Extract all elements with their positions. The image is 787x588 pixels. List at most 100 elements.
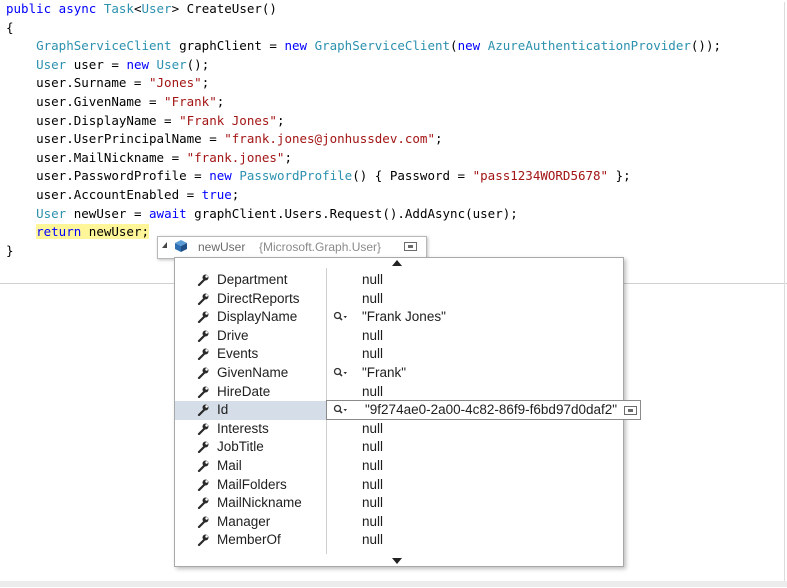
property-name: JobTitle [217, 439, 264, 455]
text-visualizer-icon[interactable] [333, 367, 347, 379]
datatip-row-displayname[interactable]: DisplayName "Frank Jones" [175, 308, 623, 327]
property-name: MailNickname [217, 495, 302, 511]
property-value: "Frank Jones" [362, 309, 446, 325]
code-line[interactable]: { [6, 19, 721, 38]
property-wrench-icon [197, 534, 209, 547]
code-token: await [149, 205, 195, 221]
datatip-row-memberof[interactable]: MemberOf null [175, 531, 623, 550]
property-name: Events [217, 346, 259, 362]
code-token: return [36, 224, 82, 240]
datatip-row-jobtitle[interactable]: JobTitle null [175, 438, 623, 457]
datatip-row-directreports[interactable]: DirectReports null [175, 290, 623, 309]
code-token: { [6, 19, 14, 35]
code-line[interactable]: User newUser = await graphClient.Users.R… [6, 205, 721, 224]
code-token: GraphServiceClient [314, 38, 451, 54]
collapse-arrow-icon[interactable] [162, 242, 167, 248]
datatip-row-mailnickname[interactable]: MailNickname null [175, 494, 623, 513]
code-token: () { Password = [352, 168, 473, 184]
code-token: user.DisplayName = [6, 112, 180, 128]
property-wrench-icon [197, 479, 209, 491]
datatip-members-list[interactable]: Department null DirectReports null DisplayNa… [174, 257, 641, 567]
property-wrench-icon [197, 404, 209, 417]
datatip-row-manager[interactable]: Manager null [175, 513, 623, 532]
code-line[interactable]: GraphServiceClient graphClient = new Gra… [6, 37, 721, 56]
code-token: ; [284, 149, 292, 165]
code-line[interactable]: public async Task<User> CreateUser() [6, 0, 721, 19]
property-wrench-icon [197, 274, 209, 287]
datatip-row-hiredate[interactable]: HireDate null [175, 383, 623, 402]
property-name: GivenName [217, 365, 289, 380]
property-name: MemberOf [217, 532, 281, 548]
datatip-row-department[interactable]: Department null [175, 271, 623, 290]
pin-icon[interactable] [624, 406, 637, 416]
code-token: newUser = [66, 205, 150, 221]
code-line[interactable]: user.GivenName = "Frank"; [6, 93, 721, 112]
code-token: newUser; [81, 224, 149, 240]
datatip-header[interactable]: newUser {Microsoft.Graph.User} [157, 236, 427, 259]
property-value: "9f274ae0-2a00-4c82-86f9-f6bd97d0daf2" [365, 402, 618, 418]
property-value: null [362, 495, 384, 511]
code-token: > CreateUser() [171, 1, 277, 16]
property-name: Manager [217, 513, 271, 529]
code-line[interactable]: user.PasswordProfile = new PasswordProfi… [6, 167, 721, 186]
code-token: PasswordProfile [239, 168, 353, 184]
code-token: graphClient = [171, 38, 285, 54]
code-token: GraphServiceClient [36, 38, 172, 54]
property-value: null [362, 513, 384, 529]
code-line[interactable]: user.AccountEnabled = true; [6, 186, 721, 205]
code-token: user = [66, 56, 127, 72]
datatip-row-drive[interactable]: Drive null [175, 327, 623, 346]
code-token: ; [434, 131, 443, 147]
datatip-variable-type: {Microsoft.Graph.User} [259, 240, 382, 254]
code-token: user.GivenName = [6, 93, 165, 109]
text-visualizer-icon[interactable] [333, 311, 347, 323]
code-line[interactable]: user.MailNickname = "frank.jones"; [6, 149, 721, 168]
code-editor[interactable]: public async Task<User> CreateUser(){ Gr… [6, 0, 721, 260]
code-token: ()); [690, 38, 721, 54]
code-token: public async [6, 1, 104, 16]
property-name: Mail [217, 458, 242, 473]
scroll-down-arrow-icon[interactable] [392, 558, 402, 564]
code-token: new [126, 56, 157, 72]
code-token: User [36, 56, 67, 72]
code-token: "Frank Jones" [179, 112, 277, 128]
datatip-variable-name: newUser [198, 240, 246, 254]
datatip-row-interests[interactable]: Interests null [175, 420, 623, 439]
property-value: null [362, 439, 384, 455]
code-token: "pass1234WORD5678" [472, 168, 609, 184]
code-token: user.UserPrincipalName = [6, 131, 225, 147]
datatip-row-id[interactable]: Id "9f274ae0-2a00-4c82-86f9-f6bd97d0daf2" [175, 400, 641, 421]
property-value: "Frank" [362, 365, 407, 380]
datatip-row-mail[interactable]: Mail null [175, 457, 623, 476]
code-token: user.PasswordProfile = [6, 168, 210, 184]
code-token: ; [216, 93, 225, 109]
code-line[interactable]: user.Surname = "Jones"; [6, 74, 721, 93]
property-wrench-icon [197, 311, 209, 324]
code-token: "Frank" [164, 93, 217, 109]
code-token: Task [103, 1, 134, 16]
datatip-row-mailfolders[interactable]: MailFolders null [175, 476, 623, 495]
property-wrench-icon [197, 460, 209, 473]
code-token: User [141, 1, 172, 16]
datatip-row-events[interactable]: Events null [175, 345, 623, 364]
code-line[interactable]: user.DisplayName = "Frank Jones"; [6, 112, 721, 131]
code-line[interactable]: user.UserPrincipalName = "frank.jones@jo… [6, 130, 721, 149]
property-value: null [362, 458, 384, 473]
code-token: User [36, 205, 67, 221]
pin-icon[interactable] [404, 242, 417, 251]
datatip-row-givenname[interactable]: GivenName "Frank" [175, 364, 623, 383]
property-value: null [362, 346, 384, 362]
code-token: "Jones" [149, 75, 202, 91]
scroll-up-arrow-icon[interactable] [392, 260, 402, 266]
code-token: (); [186, 56, 210, 72]
code-token: "frank.jones" [186, 149, 285, 165]
code-token: true [201, 186, 232, 202]
code-token: ; [201, 75, 210, 91]
code-token: ; [231, 186, 240, 202]
code-line[interactable]: User user = new User(); [6, 56, 721, 75]
text-visualizer-icon[interactable] [333, 404, 347, 416]
window-bottom-edge [0, 581, 787, 587]
